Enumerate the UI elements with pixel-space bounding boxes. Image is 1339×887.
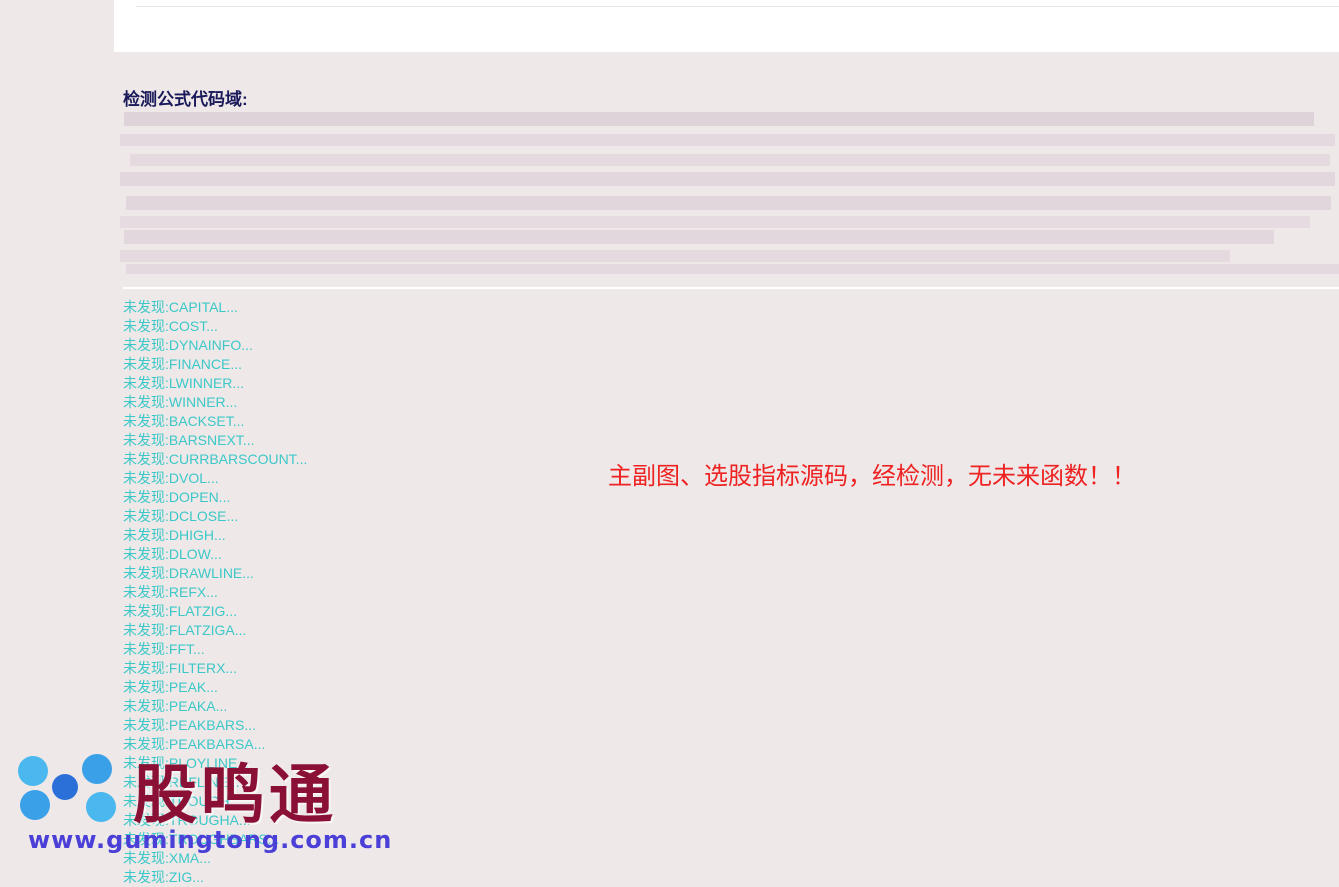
verdict-message: 主副图、选股指标源码，经检测，无未来函数！！: [608, 462, 1136, 490]
result-item: 未发现:FLATZIGA...: [123, 622, 247, 638]
result-item: 未发现:PEAKBARS...: [123, 717, 257, 733]
result-item: 未发现:REFX...: [123, 584, 218, 600]
result-item: 未发现:FLATZIG...: [123, 603, 238, 619]
watermark-logo: 股鸣通 www.gumingtong.com.cn: [18, 750, 458, 860]
result-item: 未发现:CAPITAL...: [123, 299, 238, 315]
result-item: 未发现:PEAKA...: [123, 698, 228, 714]
result-item: 未发现:BARSNEXT...: [123, 432, 255, 448]
result-item: 未发现:FFT...: [123, 641, 205, 657]
result-item: 未发现:PEAK...: [123, 679, 218, 695]
code-divider: [123, 287, 1339, 289]
left-margin: [0, 0, 114, 52]
result-item: 未发现:DRAWLINE...: [123, 565, 254, 581]
logo-brand: 股鸣通: [133, 758, 337, 833]
logo-url: www.gumingtong.com.cn: [28, 826, 393, 854]
result-item: 未发现:LWINNER...: [123, 375, 245, 391]
result-item: 未发现:FILTERX...: [123, 660, 238, 676]
result-item: 未发现:FINANCE...: [123, 356, 243, 372]
result-item: 未发现:DLOW...: [123, 546, 222, 562]
top-divider: [136, 6, 1339, 7]
result-item: 未发现:DCLOSE...: [123, 508, 239, 524]
section-title: 检测公式代码域:: [123, 90, 248, 109]
result-item: 未发现:DOPEN...: [123, 489, 231, 505]
result-item: 未发现:ZIG...: [123, 869, 204, 885]
result-item: 未发现:COST...: [123, 318, 218, 334]
result-item: 未发现:BACKSET...: [123, 413, 245, 429]
result-item: 未发现:DVOL...: [123, 470, 219, 486]
result-item: 未发现:DHIGH...: [123, 527, 226, 543]
result-item: 未发现:WINNER...: [123, 394, 238, 410]
result-item: 未发现:DYNAINFO...: [123, 337, 253, 353]
logo-mark-icon: [18, 754, 118, 822]
result-item: 未发现:CURRBARSCOUNT...: [123, 451, 308, 467]
top-panel: [114, 0, 1339, 52]
code-area-blurred: [120, 108, 1339, 278]
